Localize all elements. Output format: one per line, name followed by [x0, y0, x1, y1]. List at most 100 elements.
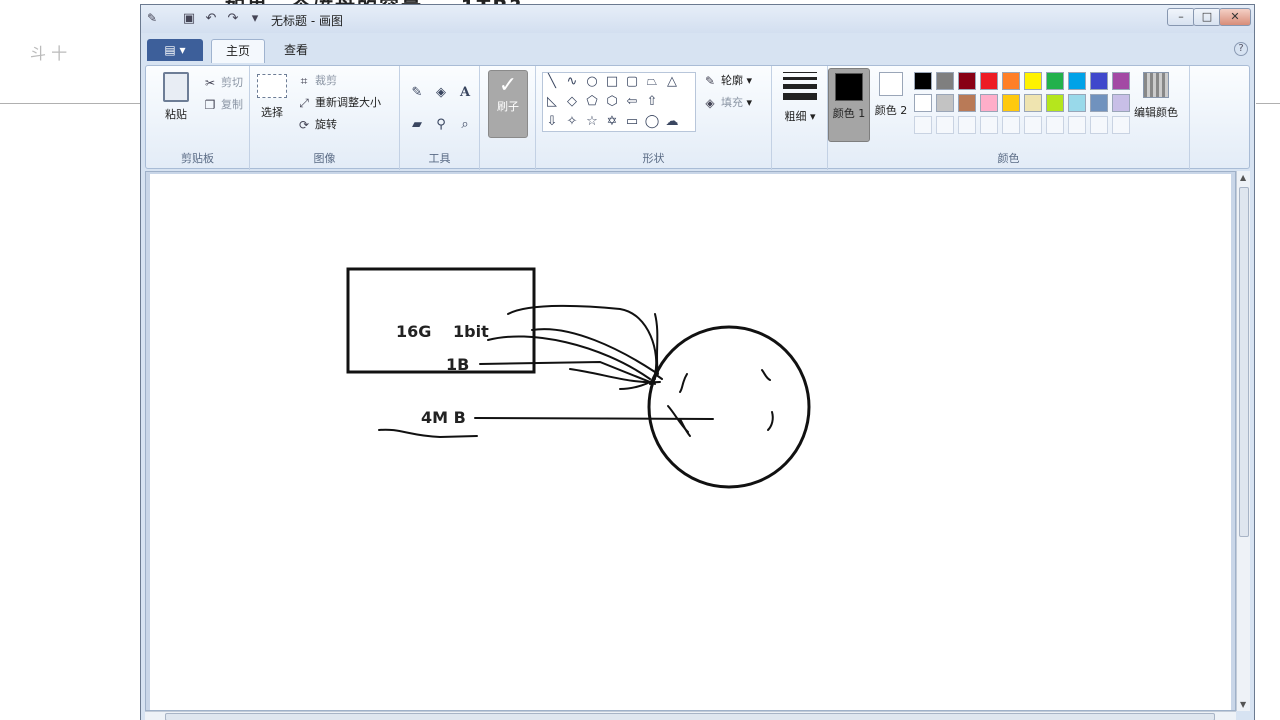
tab-home[interactable]: 主页 [211, 39, 265, 63]
copy-button[interactable]: ❐ 复制 [202, 96, 243, 113]
color1-label: 颜色 1 [832, 107, 866, 120]
horizontal-scroll-thumb[interactable] [165, 713, 1215, 720]
palette-custom-swatch[interactable] [1002, 116, 1020, 134]
five-point-star-shape-icon[interactable]: ☆ [583, 113, 601, 131]
pencil-icon[interactable]: ✎ [408, 84, 426, 102]
palette-custom-swatch[interactable] [936, 116, 954, 134]
palette-swatch[interactable] [980, 72, 998, 90]
palette-swatch[interactable] [1046, 94, 1064, 112]
colors-group: 颜色 1 颜色 2 编辑颜色 颜色 [828, 66, 1190, 170]
palette-swatch[interactable] [914, 72, 932, 90]
palette-custom-swatch[interactable] [1046, 116, 1064, 134]
palette-custom-swatch[interactable] [1090, 116, 1108, 134]
vertical-scroll-thumb[interactable] [1239, 187, 1249, 537]
eraser-icon[interactable]: ▰ [408, 116, 426, 134]
arrow-up-shape-icon[interactable]: ⇧ [643, 93, 661, 111]
magnifier-icon[interactable]: ⌕ [456, 116, 474, 134]
maximize-button[interactable]: □ [1193, 8, 1221, 26]
palette-custom-swatch[interactable] [1024, 116, 1042, 134]
palette-swatch[interactable] [980, 94, 998, 112]
quick-access-dropdown-icon[interactable]: ▾ [247, 11, 263, 27]
crop-button[interactable]: ⌗ 裁剪 [296, 72, 337, 89]
palette-swatch[interactable] [936, 94, 954, 112]
edit-colors-icon [1143, 72, 1169, 98]
palette-swatch[interactable] [1090, 72, 1108, 90]
file-menu-button[interactable]: ▤ ▾ [147, 39, 203, 61]
file-menu-icon: ▤ ▾ [164, 43, 186, 57]
cut-button[interactable]: ✂ 剪切 [202, 74, 243, 91]
palette-swatch[interactable] [914, 94, 932, 112]
rounded-rectangle-shape-icon[interactable]: ▢ [623, 73, 641, 91]
tab-view[interactable]: 查看 [269, 39, 323, 63]
drawing-layer: 16G 1bit 1B 4M B [346, 267, 811, 489]
callout-oval-shape-icon[interactable]: ◯ [643, 113, 661, 131]
palette-custom-swatch[interactable] [958, 116, 976, 134]
palette-swatch[interactable] [958, 72, 976, 90]
edit-colors-button[interactable]: 编辑颜色 [1128, 72, 1184, 120]
color1-button[interactable]: 颜色 1 [828, 68, 870, 142]
four-point-star-shape-icon[interactable]: ✧ [563, 113, 581, 131]
scissors-icon: ✂ [204, 76, 216, 90]
help-icon[interactable]: ? [1234, 42, 1248, 56]
crop-icon: ⌗ [300, 74, 308, 88]
vertical-scrollbar[interactable]: ▲ ▼ [1236, 171, 1250, 711]
close-button[interactable]: ✕ [1219, 8, 1251, 26]
palette-swatch[interactable] [1046, 72, 1064, 90]
line-shape-icon[interactable]: ╲ [543, 73, 561, 91]
shapes-gallery: ╲ ∿ ○ □ ▢ ⏢ △ ◺ ◇ ⬠ ⬡ ⇦ ⇧ ⇩ ✧ ☆ ✡ ▭ ◯ ☁ [542, 72, 696, 132]
rectangle-shape-icon[interactable]: □ [603, 73, 621, 91]
palette-custom-swatch[interactable] [914, 116, 932, 134]
resize-button[interactable]: ⤢ 重新调整大小 [296, 94, 381, 111]
palette-swatch[interactable] [1024, 94, 1042, 112]
fill-bucket-icon[interactable]: ◈ [432, 84, 450, 102]
scroll-down-icon[interactable]: ▼ [1240, 700, 1246, 709]
palette-swatch[interactable] [1068, 72, 1086, 90]
pentagon-shape-icon[interactable]: ⬠ [583, 93, 601, 111]
save-icon[interactable]: ▣ [181, 11, 197, 27]
palette-swatch[interactable] [1090, 94, 1108, 112]
minimize-button[interactable]: – [1167, 8, 1195, 26]
brush-label: 刷子 [497, 100, 519, 113]
edit-colors-label: 编辑颜色 [1134, 106, 1178, 119]
label-1b: 1B [446, 355, 469, 374]
diamond-shape-icon[interactable]: ◇ [563, 93, 581, 111]
curve-shape-icon[interactable]: ∿ [563, 73, 581, 91]
right-triangle-shape-icon[interactable]: ◺ [543, 93, 561, 111]
paste-button[interactable]: 粘贴 [154, 72, 198, 122]
text-tool-icon[interactable]: A [456, 84, 474, 102]
horizontal-scrollbar[interactable] [145, 711, 1236, 720]
select-button[interactable]: 选择 [256, 74, 288, 120]
oval-shape-icon[interactable]: ○ [583, 73, 601, 91]
clipboard-group-label: 剪贴板 [181, 152, 214, 165]
palette-custom-swatch[interactable] [980, 116, 998, 134]
scroll-up-icon[interactable]: ▲ [1240, 173, 1246, 182]
drawing-canvas[interactable]: 16G 1bit 1B 4M B [150, 174, 1231, 710]
color-picker-icon[interactable]: ⚲ [432, 116, 450, 134]
palette-swatch[interactable] [1002, 94, 1020, 112]
palette-swatch[interactable] [936, 72, 954, 90]
callout-cloud-shape-icon[interactable]: ☁ [663, 113, 681, 131]
arrow-left-shape-icon[interactable]: ⇦ [623, 93, 641, 111]
hexagon-shape-icon[interactable]: ⬡ [603, 93, 621, 111]
outline-dropdown[interactable]: ✎ 轮廓 ▾ [702, 72, 752, 89]
palette-swatch[interactable] [1002, 72, 1020, 90]
paint-app-icon[interactable]: ✎ [147, 11, 163, 27]
callout-rectangle-shape-icon[interactable]: ▭ [623, 113, 641, 131]
rotate-button[interactable]: ⟳ 旋转 [296, 116, 337, 133]
redo-icon[interactable]: ↷ [225, 11, 241, 27]
select-rectangle-icon [257, 74, 287, 98]
triangle-shape-icon[interactable]: △ [663, 73, 681, 91]
brush-button[interactable]: ✓ 刷子 [488, 70, 528, 138]
palette-swatch[interactable] [958, 94, 976, 112]
color2-button[interactable]: 颜色 2 [874, 72, 908, 118]
six-point-star-shape-icon[interactable]: ✡ [603, 113, 621, 131]
palette-swatch[interactable] [1024, 72, 1042, 90]
palette-swatch[interactable] [1068, 94, 1086, 112]
polygon-shape-icon[interactable]: ⏢ [643, 73, 661, 91]
undo-icon[interactable]: ↶ [203, 11, 219, 27]
palette-custom-swatch[interactable] [1068, 116, 1086, 134]
arrow-down-shape-icon[interactable]: ⇩ [543, 113, 561, 131]
size-dropdown[interactable]: 粗细 ▾ [780, 72, 820, 124]
paste-label: 粘贴 [165, 108, 187, 121]
fill-dropdown[interactable]: ◈ 填充 ▾ [702, 94, 752, 111]
